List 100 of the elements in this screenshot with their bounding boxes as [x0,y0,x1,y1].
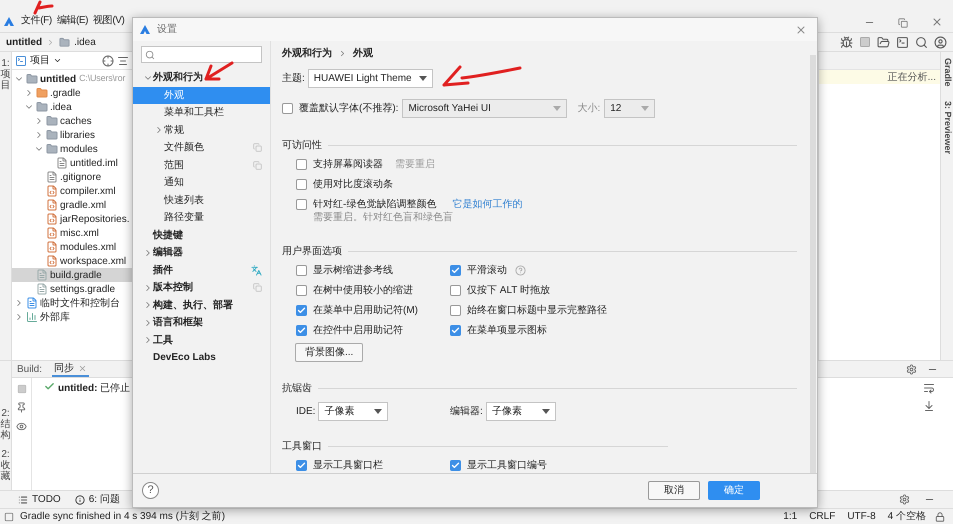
panel-tab[interactable]: 同步 [52,361,90,377]
tree-item[interactable]: .gradle [12,86,132,100]
status-item[interactable]: 4 个空格 [884,509,929,524]
tree-item[interactable]: 外部库 [12,310,132,324]
dropdown[interactable]: 12 [604,98,656,118]
checkbox[interactable] [450,284,461,296]
close-icon[interactable] [795,24,807,36]
settings-nav-item[interactable]: 版本控制 [133,279,270,296]
status-item[interactable]: 1:1 [780,509,800,524]
checkbox[interactable] [296,324,307,336]
tool-window-tab[interactable]: 2: 收藏 [0,449,10,482]
checkbox[interactable] [450,324,461,336]
tree-item[interactable]: untitled C:\Users\ror [12,72,132,86]
user-icon[interactable] [934,36,947,48]
tool-window-tab[interactable]: 3: Previewer [940,100,953,154]
settings-nav-item[interactable]: DevEco Labs [133,349,270,366]
settings-nav-item[interactable]: 常规 [133,122,270,139]
breadcrumb-item[interactable]: untitled [6,34,42,50]
menu-item[interactable]: 编辑(E) [54,13,90,28]
tree-item[interactable]: untitled.iml [12,156,132,170]
settings-nav-item[interactable]: 语言和框架 [133,314,270,332]
help-button[interactable]: ? [142,482,159,499]
checkbox[interactable] [282,102,293,114]
checkbox[interactable] [296,460,307,470]
help-icon[interactable] [515,264,526,276]
folder-icon[interactable] [877,36,890,48]
search-field[interactable] [141,46,262,63]
settings-nav-item[interactable]: 构建、执行、部署 [133,296,270,314]
settings-nav-item[interactable]: 快速列表 [133,192,270,209]
background-image-button[interactable]: 背景图像... [295,343,364,362]
close-icon[interactable] [78,364,88,372]
terminal-icon[interactable] [896,36,909,48]
settings-nav-item[interactable]: 插件 [133,262,270,279]
caret-icon[interactable] [53,56,62,65]
tool-window-tab[interactable]: TODO [18,492,61,507]
tool-window-tab[interactable]: 6: 问题 [74,492,120,507]
settings-icon[interactable] [899,494,910,505]
locate-icon[interactable] [102,54,114,66]
cancel-button[interactable]: 取消 [648,481,700,500]
dropdown[interactable]: HUAWEI Light Theme [308,68,433,88]
settings-icon[interactable] [906,364,917,374]
search-icon[interactable] [915,36,928,48]
settings-nav-item[interactable]: 文件颜色 [133,139,270,156]
restore-icon[interactable] [898,18,908,28]
settings-nav-item[interactable]: 菜单和工具栏 [133,104,270,122]
checkbox[interactable] [296,304,307,316]
dropdown[interactable]: 子像素 [486,402,556,421]
close-icon[interactable] [931,16,943,28]
tree-item[interactable]: build.gradle [12,268,132,282]
help-link[interactable]: 它是如何工作的 [452,196,522,212]
settings-nav-item[interactable]: 编辑器 [133,244,270,262]
menu-item[interactable]: 视图(V) [91,13,126,28]
checkbox[interactable] [296,264,307,276]
settings-nav-item[interactable]: 通知 [133,174,270,192]
tree-item[interactable]: 临时文件和控制台 [12,296,132,310]
lock-icon[interactable] [935,512,945,522]
tree-item[interactable]: .idea [12,100,132,114]
tool-window-tab[interactable]: Gradle [940,58,953,87]
checkbox[interactable] [296,284,307,296]
soft-wrap-icon[interactable] [923,382,935,394]
scrollbar[interactable] [810,55,816,473]
tree-item[interactable]: modules [12,142,132,156]
settings-nav-item[interactable]: 外观和行为 [133,69,270,86]
debug-icon[interactable] [840,36,853,48]
stop-icon[interactable] [859,36,871,48]
status-item[interactable]: UTF-8 [844,509,879,524]
tree-item[interactable]: modules.xml [12,240,132,254]
settings-nav-item[interactable]: 路径变量 [133,209,270,226]
settings-nav-item[interactable]: 快捷键 [133,226,270,244]
tree-item[interactable]: libraries [12,128,132,142]
status-item[interactable]: CRLF [806,509,838,524]
dropdown[interactable]: 子像素 [318,402,388,421]
checkbox-label: 支持屏幕阅读器 [313,158,383,172]
status-icon[interactable] [4,512,14,522]
tool-window-tab[interactable]: 2: 结构 [0,408,10,441]
checkbox[interactable] [450,460,461,470]
pin-icon[interactable] [16,402,27,413]
checkbox[interactable] [296,198,307,210]
panel-title[interactable]: 项目 [30,53,50,68]
tree-item[interactable]: gradle.xml [12,198,132,212]
breadcrumb-item[interactable]: .idea [74,34,96,50]
settings-nav-item[interactable]: 范围 [133,156,270,174]
checkbox[interactable] [450,264,461,276]
checkbox[interactable] [296,158,307,170]
tree-item[interactable]: caches [12,114,132,128]
tool-window-tab[interactable]: 1: 项目 [0,58,10,91]
tree-item[interactable]: .gitignore [12,170,132,184]
tree-item[interactable]: misc.xml [12,226,132,240]
collapse-all-icon[interactable] [117,54,129,66]
checkbox[interactable] [296,178,307,190]
tree-item[interactable]: settings.gradle [12,282,132,296]
tree-item[interactable]: compiler.xml [12,184,132,198]
checkbox[interactable] [450,304,461,316]
eye-icon[interactable] [16,421,27,432]
tree-item[interactable]: workspace.xml [12,254,132,268]
menu-item[interactable]: 文件(F) [19,13,54,28]
scroll-to-end-icon[interactable] [923,400,935,412]
settings-nav-item[interactable]: 工具 [133,332,270,349]
dropdown[interactable]: Microsoft YaHei UI [402,98,568,118]
tree-item[interactable]: jarRepositories. [12,212,132,226]
